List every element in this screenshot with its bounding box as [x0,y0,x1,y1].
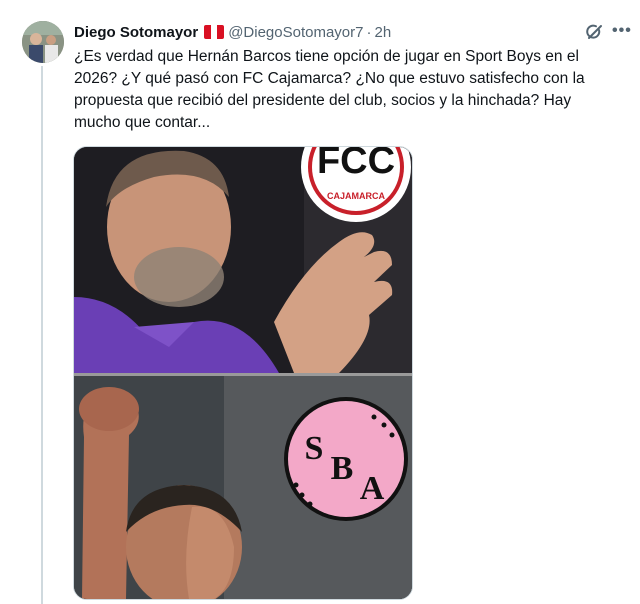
grok-icon[interactable] [584,21,606,43]
tweet-text: ¿Es verdad que Hernán Barcos tiene opció… [74,46,630,134]
badge-fcc-letters: FCC [317,147,395,182]
tweet-card[interactable]: Diego Sotomayor @DiegoSotomayor7 · 2h ••… [0,0,640,604]
thread-line [41,66,43,604]
badge-cajamarca-text: CAJAMARCA [327,191,385,201]
timestamp[interactable]: 2h [374,24,391,41]
peru-flag-icon [204,25,225,39]
tweet-text-line: 2026? ¿Y qué pasó con FC Cajamarca? ¿No … [74,70,585,87]
separator-dot: · [366,23,372,41]
tweet-image[interactable]: FCC CAJAMARCA S B A [73,146,413,600]
badge-letter-s: S [305,430,324,467]
avatar[interactable] [22,21,64,63]
more-options-icon[interactable]: ••• [612,22,634,42]
badge-letter-a: A [360,470,385,507]
tweet-text-line: ¿Es verdad que Hernán Barcos tiene opció… [74,48,579,65]
author-handle[interactable]: @DiegoSotomayor7 [228,24,363,41]
tweet-text-line: propuesta que recibió del presidente del… [74,92,572,109]
tweet-header: Diego Sotomayor @DiegoSotomayor7 · 2h [74,22,391,42]
badge-letter-b: B [331,450,354,487]
author-name[interactable]: Diego Sotomayor [74,24,198,41]
tweet-text-line: mucho que contar... [74,114,211,131]
